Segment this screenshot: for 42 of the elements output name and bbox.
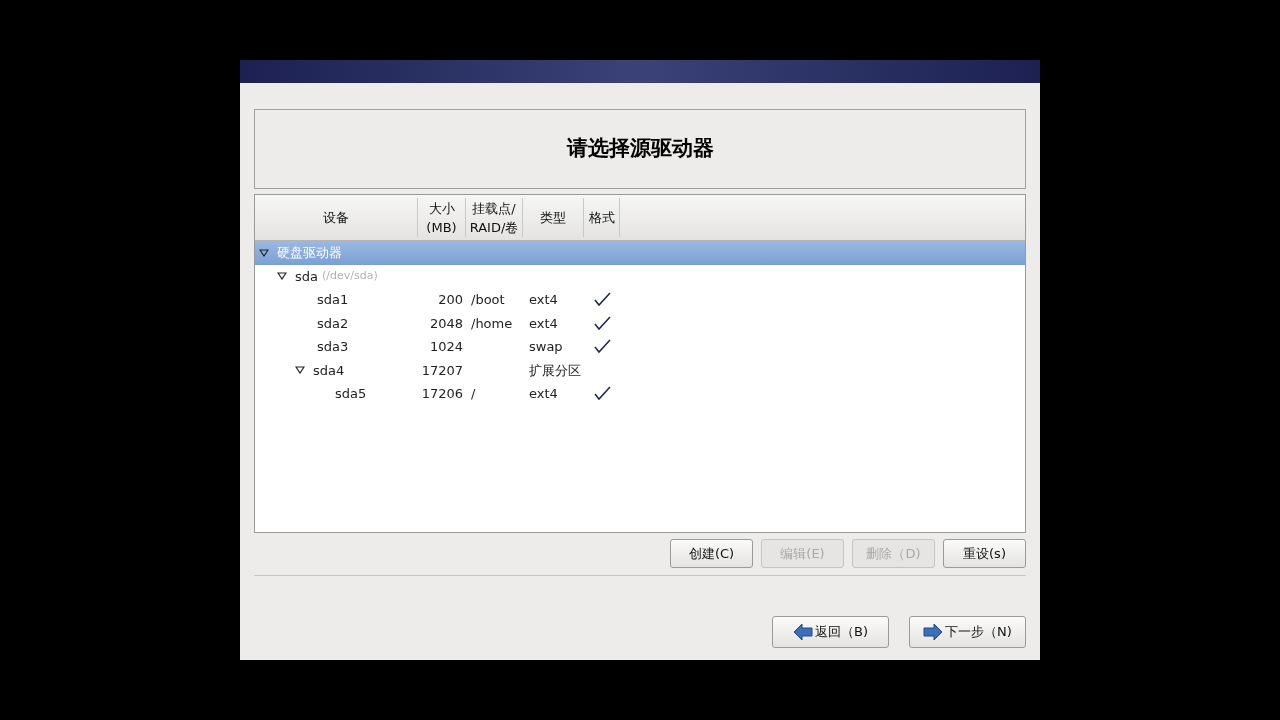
size-cell: 2048 <box>429 315 463 331</box>
right-arrow-icon <box>923 623 944 641</box>
column-header[interactable]: 类型 <box>523 198 584 237</box>
nav-button[interactable]: 返回（B) <box>772 616 889 648</box>
column-header[interactable]: 挂载点/ RAID/卷 <box>466 198 523 237</box>
type-cell: swap <box>529 339 563 354</box>
device-path: (/dev/sda) <box>322 268 378 284</box>
action-button[interactable]: 创建(C) <box>670 539 753 568</box>
mount-cell: /boot <box>471 292 505 307</box>
device-name: sda2 <box>317 314 349 333</box>
device-name: 硬盘驱动器 <box>277 244 342 262</box>
type-cell: 扩展分区 <box>529 362 581 378</box>
tree-row[interactable]: sda1 200 /boot ext4 <box>255 288 1025 312</box>
tree-row[interactable]: sda2 2048 /home ext4 <box>255 311 1025 335</box>
type-cell: ext4 <box>529 315 558 331</box>
expanded-triangle-icon[interactable] <box>277 272 287 281</box>
page-title: 请选择源驱动器 <box>566 135 714 163</box>
device-name: sda3 <box>317 338 349 356</box>
left-arrow-icon <box>793 623 813 641</box>
mount-cell: /home <box>471 315 513 331</box>
action-button[interactable]: 重设(s) <box>943 539 1026 568</box>
device-name: sda1 <box>317 291 349 309</box>
column-header[interactable]: 设备 <box>255 198 418 237</box>
size-cell: 17206 <box>421 386 463 401</box>
tree-row[interactable]: sda3 1024 swap <box>255 335 1025 359</box>
expanded-triangle-icon[interactable] <box>295 366 305 375</box>
type-cell: ext4 <box>529 292 558 307</box>
size-cell: 1024 <box>429 339 463 354</box>
tree-row[interactable]: sda (/dev/sda) <box>255 264 1025 288</box>
device-name: sda5 <box>335 385 367 403</box>
expanded-triangle-icon[interactable] <box>259 248 269 257</box>
mount-cell: / <box>471 386 476 401</box>
size-cell: 17207 <box>421 362 463 378</box>
size-cell: 200 <box>438 292 463 307</box>
device-name: sda <box>295 267 318 286</box>
column-header[interactable]: 格式 <box>584 198 620 237</box>
tree-row[interactable]: sda5 17206 / ext4 <box>255 382 1025 406</box>
column-header[interactable]: 大小 (MB) <box>418 198 466 237</box>
tree-row[interactable]: sda4 17207 扩展分区 <box>255 358 1025 382</box>
nav-button[interactable]: 下一步（N) <box>909 616 1026 648</box>
device-name: sda4 <box>313 361 345 380</box>
type-cell: ext4 <box>529 386 558 401</box>
